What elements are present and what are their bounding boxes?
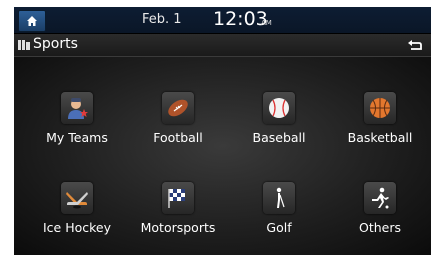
status-bar: Feb. 1 12:03 AM: [14, 7, 431, 33]
category-label: Football: [153, 130, 203, 145]
clock-time: 12:03: [213, 8, 268, 30]
category-ice-hockey[interactable]: Ice Hockey: [34, 182, 120, 252]
sports-category-icon: [18, 40, 30, 50]
golf-icon: [263, 182, 295, 214]
basketball-icon: [364, 92, 396, 124]
category-label: Motorsports: [140, 220, 216, 235]
title-bar: Sports: [14, 34, 431, 57]
football-icon: [162, 92, 194, 124]
screen: Feb. 1 12:03 AM Sports My Teams Football…: [14, 7, 431, 255]
others-icon: [364, 182, 396, 214]
category-football[interactable]: Football: [135, 92, 221, 162]
category-motorsports[interactable]: Motorsports: [135, 182, 221, 252]
category-baseball[interactable]: Baseball: [236, 92, 322, 162]
category-basketball[interactable]: Basketball: [337, 92, 423, 162]
category-label: Ice Hockey: [42, 220, 112, 235]
my-teams-icon: [61, 92, 93, 124]
category-golf[interactable]: Golf: [236, 182, 322, 252]
category-label: Golf: [266, 220, 292, 235]
category-label: Basketball: [347, 130, 413, 145]
home-icon: [27, 16, 37, 26]
category-my-teams[interactable]: My Teams: [34, 92, 120, 162]
date-text: Feb. 1: [142, 12, 182, 27]
page-title: Sports: [33, 36, 78, 52]
sports-grid: My Teams Football Baseball Basketball Ic…: [14, 57, 431, 255]
category-label: My Teams: [46, 130, 108, 145]
category-label: Baseball: [252, 130, 306, 145]
back-icon: [408, 40, 422, 50]
home-button[interactable]: [18, 10, 46, 32]
clock-ampm: AM: [261, 19, 272, 27]
baseball-icon: [263, 92, 295, 124]
back-button[interactable]: [403, 37, 427, 53]
category-others[interactable]: Others: [337, 182, 423, 252]
category-label: Others: [358, 220, 401, 235]
motorsports-icon: [162, 182, 194, 214]
ice-hockey-icon: [61, 182, 93, 214]
